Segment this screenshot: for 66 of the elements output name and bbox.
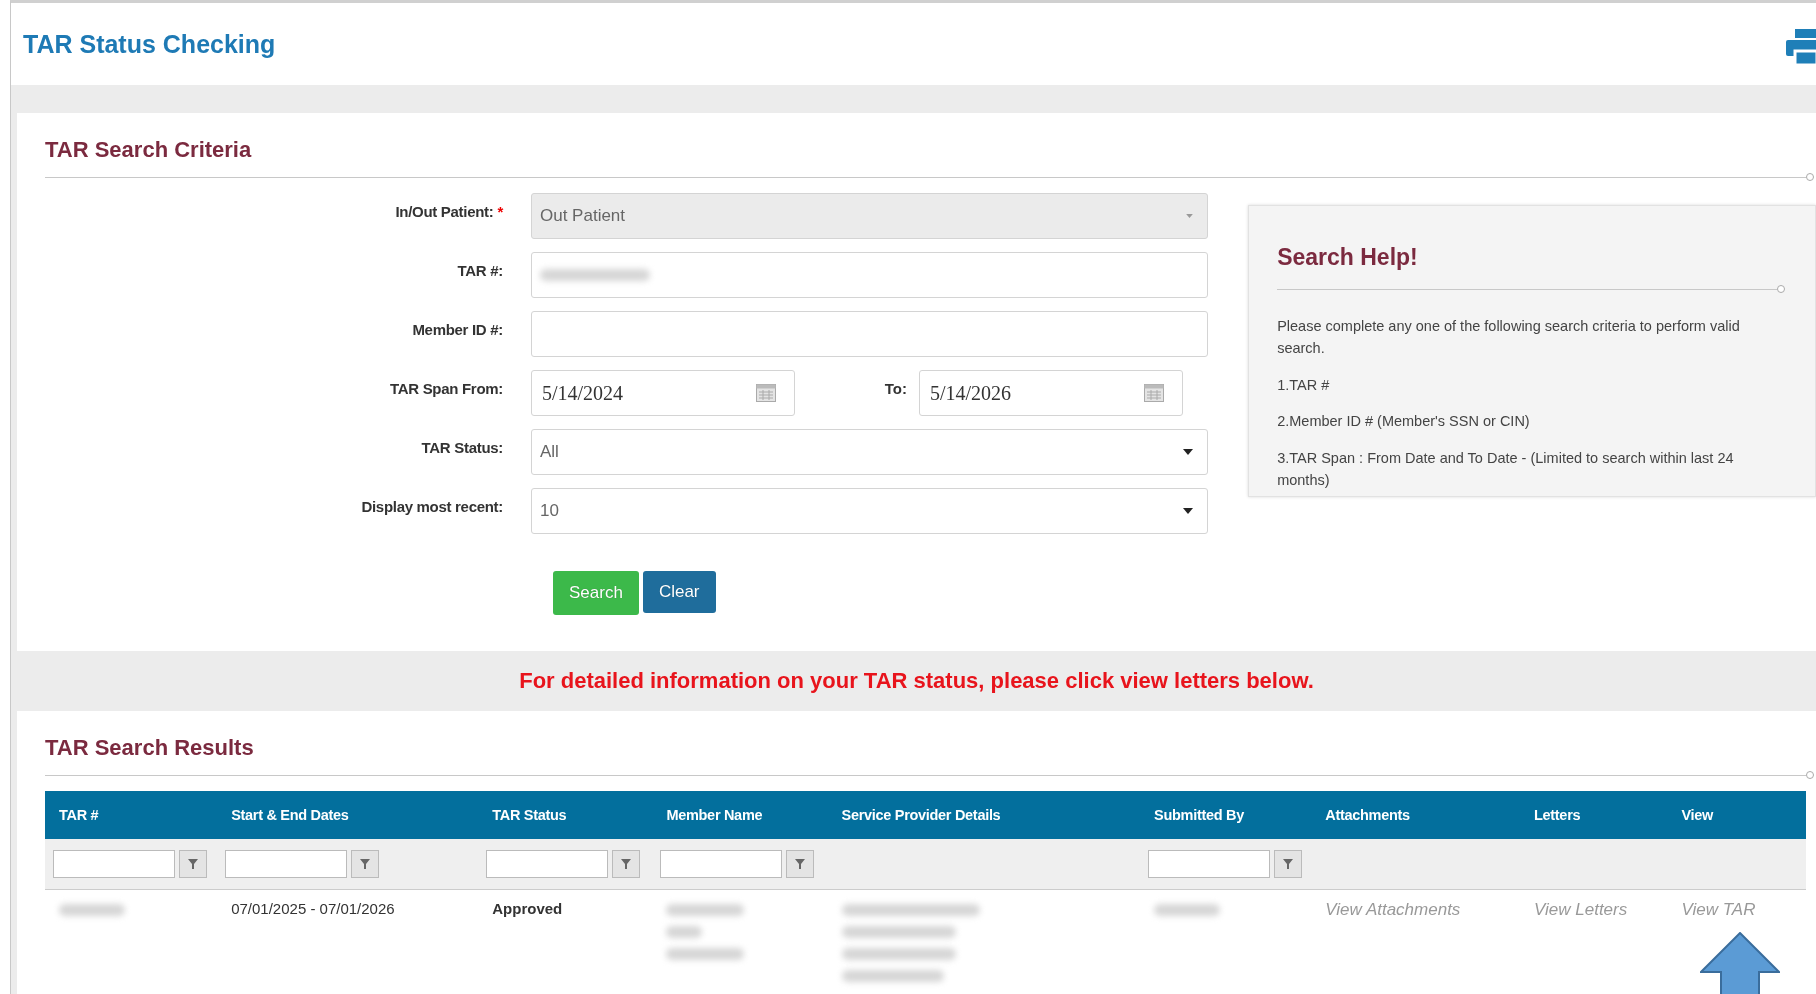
table-link[interactable]: View Letters [1534, 900, 1628, 919]
caret-icon [1186, 214, 1194, 218]
table-link[interactable]: View TAR [1681, 900, 1756, 919]
blurred-text [1154, 904, 1221, 916]
caret-icon [1183, 508, 1194, 514]
filter-field[interactable] [225, 850, 348, 878]
dropdown-value: All [540, 442, 559, 462]
field-label: Display most recent: [360, 497, 504, 515]
notice-text: For detailed information on your TAR status, please click view letters below. [519, 668, 1314, 694]
column-header[interactable]: TAR # [45, 807, 218, 823]
field-label: To: [883, 379, 908, 397]
column-header[interactable]: Start & End Dates [217, 807, 479, 823]
filter-button[interactable] [351, 850, 380, 878]
page-title: TAR Status Checking [23, 29, 276, 59]
calendar-icon[interactable] [1144, 384, 1164, 402]
section-heading: TAR Search Results [45, 735, 255, 761]
field-label: In/Out Patient: * [394, 202, 504, 220]
filter-field[interactable] [1148, 850, 1271, 878]
field-label: TAR Status: [420, 438, 504, 456]
date-field[interactable]: 5/14/2026 [919, 370, 1183, 416]
filter-icon [360, 859, 371, 869]
text-field[interactable] [531, 311, 1209, 357]
caret-icon [1183, 449, 1194, 455]
field-label: Member ID #: [411, 320, 504, 338]
filter-icon [621, 859, 632, 869]
text-field[interactable] [531, 252, 1209, 298]
field-label: TAR Span From: [388, 379, 504, 397]
table-link[interactable]: View Attachments [1325, 900, 1461, 919]
help-item: 3.TAR Span : From Date and To Date - (Limited to search within last 24 months) [1277, 448, 1735, 491]
date-value: 5/14/2024 [542, 381, 624, 405]
filter-icon [188, 859, 198, 869]
blurred-text [666, 926, 703, 938]
table-cell: 07/01/2025 - 07/01/2026 [231, 900, 395, 917]
column-header[interactable]: Attachments [1311, 807, 1520, 823]
dropdown-value: 10 [540, 501, 559, 521]
field-label: TAR #: [456, 261, 504, 279]
help-item: 2.Member ID # (Member's SSN or CIN) [1277, 412, 1531, 432]
column-header[interactable]: View [1667, 807, 1806, 823]
filter-button[interactable] [179, 850, 207, 878]
filter-button[interactable] [1274, 850, 1303, 878]
date-value: 5/14/2026 [930, 381, 1012, 405]
dropdown-value: Out Patient [540, 206, 626, 226]
status-cell: Approved [492, 900, 563, 917]
filter-field[interactable] [486, 850, 609, 878]
filter-field[interactable] [660, 850, 783, 878]
section-heading: TAR Search Criteria [45, 137, 253, 163]
filter-icon [1283, 859, 1294, 869]
filter-button[interactable] [786, 850, 815, 878]
print-icon[interactable] [1786, 29, 1816, 65]
column-header[interactable]: Letters [1520, 807, 1668, 823]
column-header[interactable]: Submitted By [1140, 807, 1312, 823]
dropdown-field[interactable]: All [531, 429, 1209, 475]
help-item: 1.TAR # [1277, 375, 1331, 395]
calendar-icon[interactable] [756, 384, 776, 402]
column-header[interactable]: Member Name [652, 807, 828, 823]
filter-field[interactable] [53, 850, 175, 878]
dropdown-field[interactable]: 10 [531, 488, 1209, 534]
help-title: Search Help! [1277, 244, 1419, 271]
column-header[interactable]: Service Provider Details [827, 807, 1141, 823]
column-header[interactable]: TAR Status [478, 807, 653, 823]
help-text: Please complete any one of the following search criteria to perform valid search. [1277, 317, 1741, 359]
filter-button[interactable] [612, 850, 641, 878]
date-field[interactable]: 5/14/2024 [531, 370, 795, 416]
filter-icon [795, 859, 806, 869]
blurred-text [59, 904, 125, 916]
clear-button[interactable]: Clear [642, 571, 716, 613]
